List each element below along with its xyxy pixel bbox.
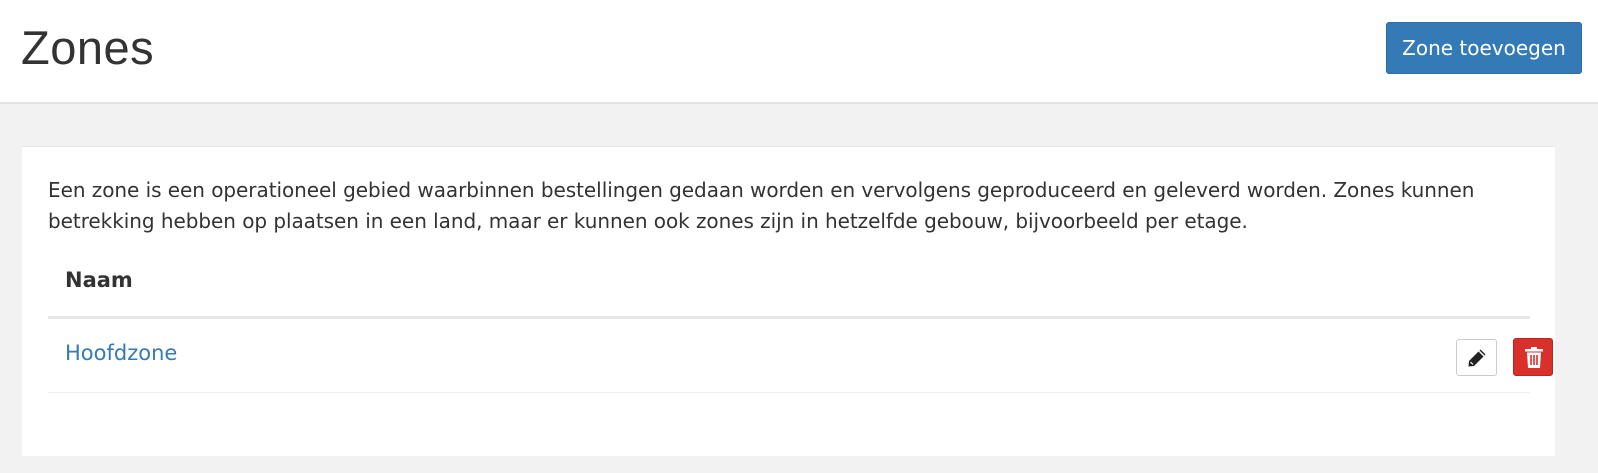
delete-button[interactable]: [1513, 338, 1553, 376]
table-header: Naam: [48, 265, 1530, 319]
zone-name-link[interactable]: Hoofdzone: [65, 341, 177, 365]
pencil-icon: [1467, 348, 1487, 368]
zones-panel: Een zone is een operationeel gebied waar…: [22, 146, 1555, 456]
page-title: Zones: [21, 21, 155, 74]
edit-button[interactable]: [1456, 339, 1497, 376]
add-zone-button[interactable]: Zone toevoegen: [1386, 22, 1582, 74]
trash-icon: [1525, 347, 1543, 368]
table-row: Hoofdzone: [48, 319, 1553, 393]
column-header-name: Naam: [65, 268, 133, 292]
top-bar: Zones Zone toevoegen: [0, 0, 1598, 104]
zones-description: Een zone is een operationeel gebied waar…: [48, 178, 1475, 233]
